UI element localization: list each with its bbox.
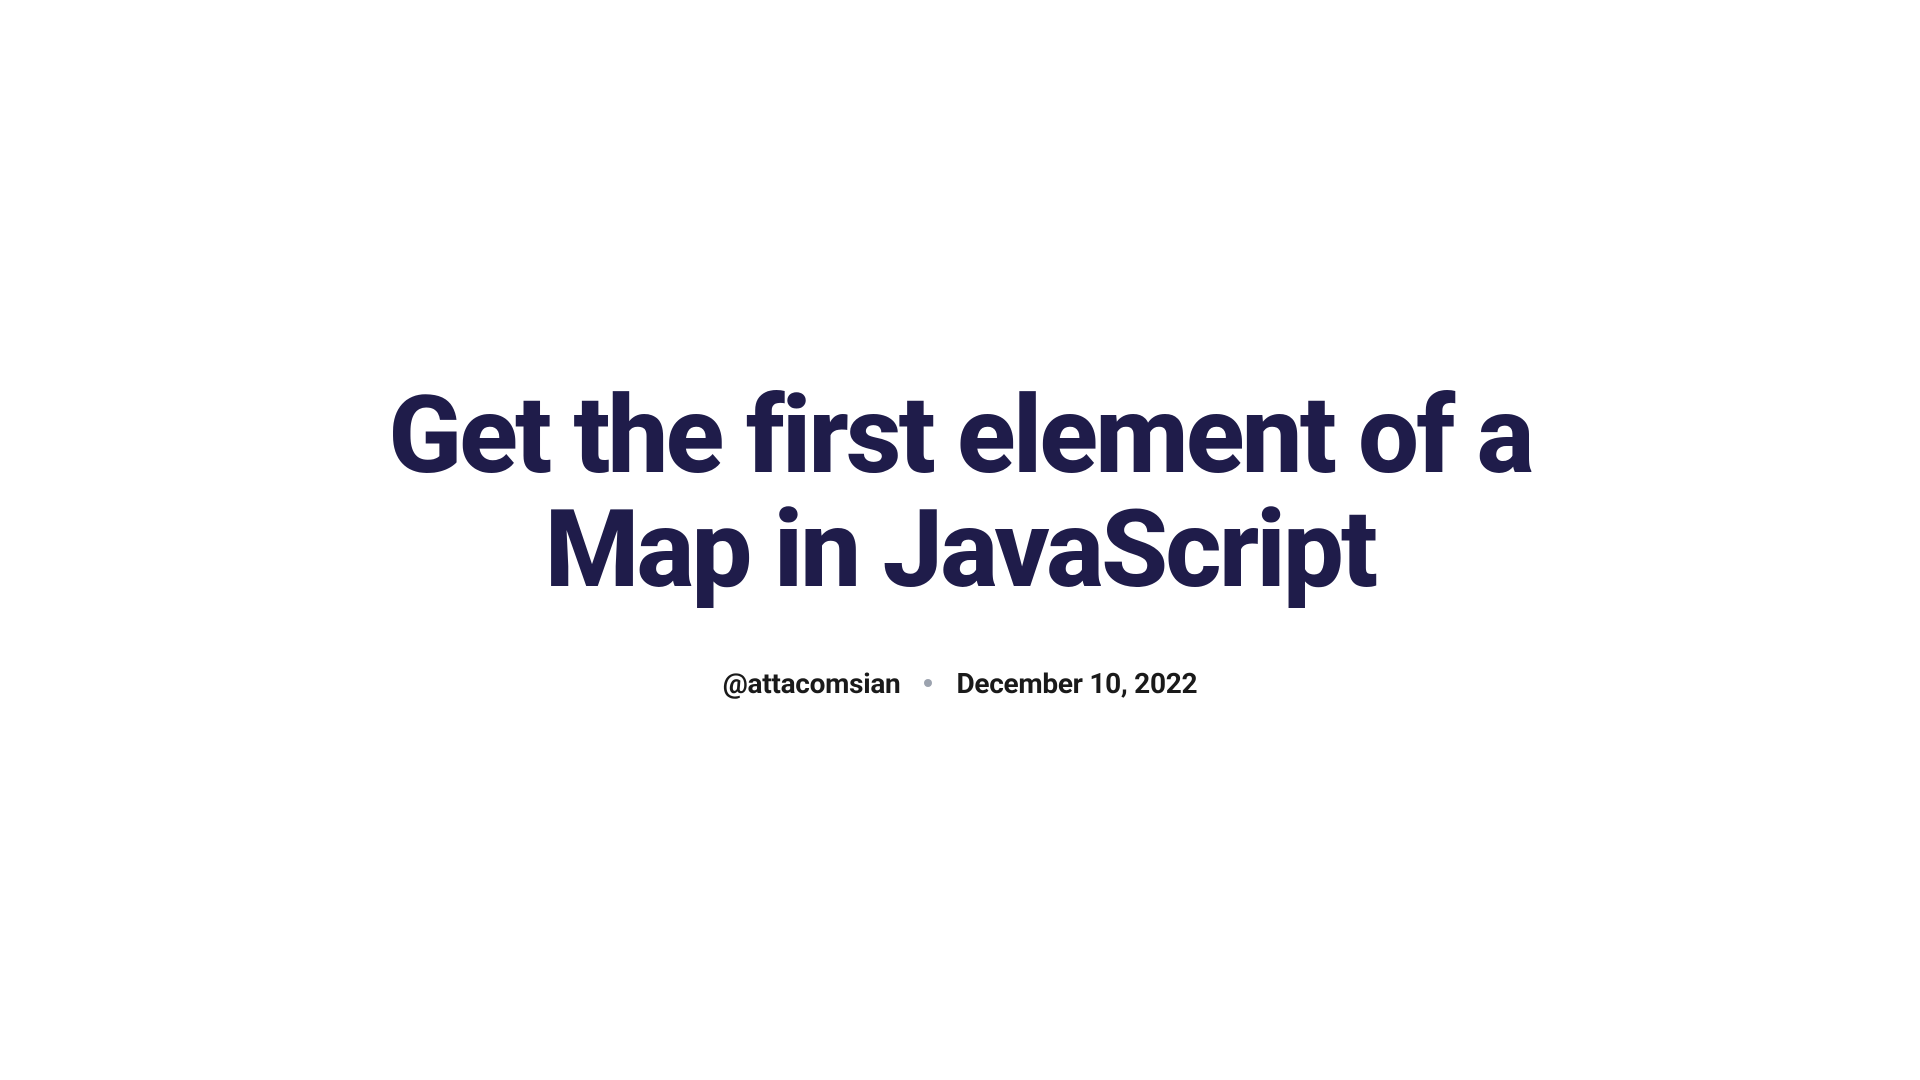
article-meta: @attacomsian December 10, 2022 xyxy=(320,667,1600,700)
publish-date: December 10, 2022 xyxy=(956,667,1197,700)
article-title: Get the first element of a Map in JavaSc… xyxy=(320,380,1600,607)
author-handle[interactable]: @attacomsian xyxy=(723,667,901,700)
dot-separator-icon xyxy=(924,679,932,687)
article-header: Get the first element of a Map in JavaSc… xyxy=(320,380,1600,700)
